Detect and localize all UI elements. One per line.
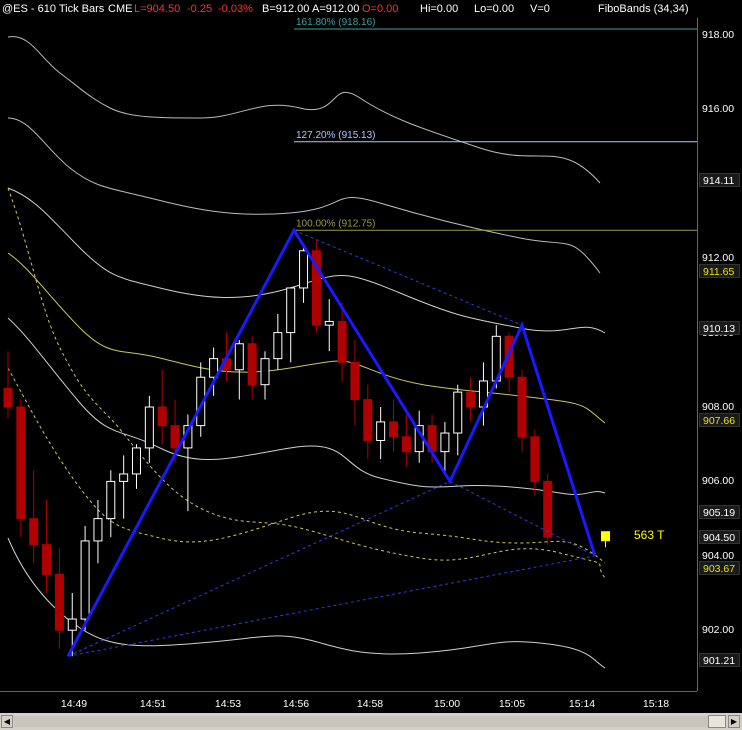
- time-axis-label: 15:00: [433, 698, 461, 710]
- scrollbar-track[interactable]: [14, 716, 708, 727]
- price-axis-label: 906.00: [702, 475, 735, 488]
- price-axis-label: 912.00: [702, 252, 735, 265]
- last-price: L=904.50: [134, 3, 181, 15]
- price-axis-marker: 911.65: [699, 264, 740, 279]
- time-axis-label: 14:51: [139, 698, 167, 710]
- candle-body: [144, 406, 154, 449]
- fibo-band-line: [7, 36, 601, 184]
- price-axis-marker: 905.19: [699, 504, 740, 519]
- candle-body: [54, 573, 64, 631]
- candle-body: [440, 432, 450, 453]
- candle-body: [3, 387, 13, 408]
- candle-body: [157, 406, 167, 427]
- candle-body: [337, 320, 347, 363]
- time-axis-label: 15:18: [642, 698, 670, 710]
- symbol-label: @ES - 610 Tick Bars: [2, 3, 105, 15]
- candle-body: [324, 320, 334, 326]
- scroll-left-arrow-icon[interactable]: ◀: [1, 715, 13, 728]
- horizontal-scrollbar[interactable]: ◀ ▶: [0, 713, 742, 730]
- time-axis-label: 14:58: [356, 698, 384, 710]
- candle-body: [530, 436, 540, 482]
- indicator-label: FiboBands (34,34): [598, 3, 689, 15]
- candle-body: [376, 421, 386, 441]
- candle-body: [16, 406, 26, 520]
- ask-price: A=912.00: [312, 3, 360, 15]
- price-axis-marker: 901.21: [699, 652, 740, 667]
- open-price: O=0.00: [362, 3, 399, 15]
- candle-body: [363, 399, 373, 441]
- time-axis[interactable]: 14:49 14:51 14:53 14:56 14:58 15:00 15:05 15:14…: [0, 691, 697, 714]
- candle-body: [517, 376, 527, 438]
- price-axis-label: 918.00: [702, 29, 735, 41]
- candle-body: [543, 480, 553, 538]
- pct-change: -0.03%: [218, 3, 253, 15]
- candle-body: [93, 518, 103, 542]
- time-axis-label: 14:56: [282, 698, 310, 710]
- pattern-guide-line: [67, 480, 451, 657]
- fib-level-label: 100.00% (912.75): [296, 218, 376, 229]
- fib-level-label: 127.20% (915.13): [296, 130, 376, 141]
- volume-label: V=0: [530, 3, 550, 15]
- net-change: -0.25: [187, 3, 213, 15]
- price-axis-label: 904.00: [702, 549, 735, 562]
- fibo-band-line: [7, 317, 606, 495]
- pattern-guide-line: [449, 480, 596, 557]
- time-axis-label: 14:49: [60, 698, 88, 710]
- candle-body: [234, 343, 244, 371]
- price-axis-marker: 914.11: [699, 172, 740, 187]
- current-bar-marker: [601, 531, 610, 542]
- candle-body: [466, 391, 476, 408]
- candle-body: [260, 358, 270, 386]
- price-axis-marker: 904.50: [699, 530, 740, 545]
- chart-canvas[interactable]: 161.80% (918.16) 127.20% (915.13) 100.00% …: [0, 17, 697, 691]
- price-axis-marker: 910.13: [699, 320, 740, 335]
- candle-body: [29, 518, 39, 546]
- scrollbar-thumb[interactable]: [708, 715, 726, 728]
- price-axis[interactable]: 918.00916.00912.00910.00908.00906.00904.…: [697, 18, 742, 691]
- time-axis-label: 14:53: [214, 698, 242, 710]
- candle-body: [80, 540, 90, 620]
- price-axis-marker: 907.66: [699, 412, 740, 427]
- high-price: Hi=0.00: [420, 3, 459, 15]
- candle-body: [247, 343, 257, 386]
- candle-body: [401, 436, 411, 453]
- time-axis-label: 15:05: [498, 698, 526, 710]
- price-axis-label: 908.00: [702, 401, 735, 413]
- price-axis-marker: 903.67: [699, 561, 740, 576]
- price-axis-label: 916.00: [702, 103, 735, 116]
- candle-body: [106, 480, 116, 520]
- low-price: Lo=0.00: [474, 3, 515, 15]
- candle-body: [273, 332, 283, 360]
- fib-level-label: 161.80% (918.16): [296, 18, 376, 28]
- candle-body: [119, 473, 129, 482]
- price-chart[interactable]: 161.80% (918.16) 127.20% (915.13) 100.00% …: [0, 17, 697, 691]
- candle-body: [350, 361, 360, 401]
- scroll-right-arrow-icon[interactable]: ▶: [728, 715, 740, 728]
- price-axis-label: 902.00: [702, 624, 735, 637]
- candle-body: [170, 425, 180, 449]
- exchange-label: CME: [108, 3, 133, 15]
- candle-body: [42, 544, 52, 575]
- candle-body: [67, 618, 77, 631]
- bid-price: B=912.00: [262, 3, 310, 15]
- chart-header: @ES - 610 Tick Bars CME L=904.50 -0.25 -…: [0, 0, 742, 18]
- candle-body: [132, 447, 141, 475]
- time-axis-label: 15:14: [568, 698, 596, 710]
- candle-body: [389, 421, 398, 438]
- candle-body: [299, 250, 309, 289]
- tick-counter: 563 T: [634, 528, 665, 542]
- pattern-guide-line: [293, 229, 523, 326]
- candle-body: [286, 287, 296, 334]
- candle-body: [453, 391, 463, 434]
